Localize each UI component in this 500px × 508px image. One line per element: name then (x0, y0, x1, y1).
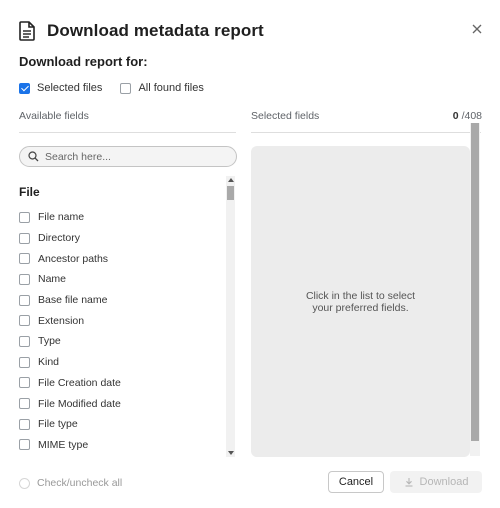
download-button[interactable]: Download (390, 471, 482, 493)
field-item-file-modified-date[interactable]: File Modified date (19, 393, 219, 414)
scope-option-selected-files[interactable]: Selected files (19, 82, 102, 94)
field-item-file-name[interactable]: File name (19, 207, 219, 228)
field-label: Name (38, 273, 67, 286)
dialog-header: Download metadata report (19, 20, 264, 42)
field-checkbox[interactable] (19, 253, 30, 265)
field-label: Type (38, 335, 61, 348)
search-icon (28, 151, 39, 162)
cancel-button-label: Cancel (338, 476, 374, 488)
field-checkbox[interactable] (19, 356, 30, 368)
close-icon[interactable] (470, 22, 484, 36)
field-checkbox[interactable] (19, 398, 30, 410)
field-label: MIME type (38, 438, 89, 451)
field-checkbox[interactable] (19, 418, 30, 430)
field-item-ancestor-paths[interactable]: Ancestor paths (19, 248, 219, 269)
selected-count-value: 0 (452, 110, 459, 122)
field-item-kind[interactable]: Kind (19, 352, 219, 373)
scope-options: Selected files All found files (19, 82, 204, 94)
report-for-heading: Download report for: (19, 54, 148, 69)
total-count-value: /408 (461, 110, 482, 122)
search-input[interactable] (45, 150, 225, 163)
scope-option-all-found-files[interactable]: All found files (120, 82, 204, 94)
available-list-scrollbar[interactable] (226, 176, 235, 457)
selected-fields-panel: Click in the list to select your preferr… (251, 146, 470, 457)
field-item-file-creation-date[interactable]: File Creation date (19, 373, 219, 394)
available-divider (19, 132, 236, 133)
check-uncheck-all[interactable]: Check/uncheck all (19, 477, 122, 489)
download-metadata-dialog: Download metadata report Download report… (0, 0, 500, 508)
field-label: Base file name (38, 294, 108, 307)
available-fields-label: Available fields (19, 110, 89, 122)
selected-empty-message: Click in the list to select your preferr… (305, 289, 416, 314)
dialog-scrollbar[interactable] (470, 123, 480, 456)
field-item-type[interactable]: Type (19, 331, 219, 352)
group-title-file: File (19, 185, 40, 199)
scrollbar-thumb[interactable] (471, 123, 479, 441)
selected-divider (251, 132, 481, 133)
field-item-file-type[interactable]: File type (19, 414, 219, 435)
cancel-button[interactable]: Cancel (328, 471, 384, 493)
field-checkbox[interactable] (19, 273, 30, 285)
field-checkbox[interactable] (19, 232, 30, 244)
download-button-label: Download (419, 476, 469, 488)
scope-option-label: All found files (138, 82, 204, 94)
scrollbar-thumb[interactable] (227, 186, 234, 200)
dialog-title: Download metadata report (47, 21, 264, 40)
selected-fields-count: 0 /408 (453, 110, 482, 122)
field-item-base-file-name[interactable]: Base file name (19, 290, 219, 311)
scroll-up-icon[interactable] (228, 178, 234, 182)
field-item-directory[interactable]: Directory (19, 228, 219, 249)
field-item-name[interactable]: Name (19, 269, 219, 290)
field-checkbox[interactable] (19, 315, 30, 327)
check-all-checkbox[interactable] (19, 477, 30, 489)
all-found-files-checkbox[interactable] (120, 82, 132, 94)
field-checkbox[interactable] (19, 377, 30, 389)
download-icon (405, 478, 413, 487)
field-checkbox[interactable] (19, 335, 30, 347)
field-checkbox[interactable] (19, 439, 30, 451)
selected-fields-label: Selected fields (251, 110, 320, 122)
scope-option-label: Selected files (37, 82, 103, 94)
field-checkbox[interactable] (19, 294, 30, 306)
field-label: File Modified date (38, 397, 121, 410)
field-label: File Creation date (38, 376, 121, 389)
available-fields-list: File File name Directory Ancestor paths … (19, 176, 237, 456)
field-label: File name (38, 211, 85, 224)
check-all-label: Check/uncheck all (37, 477, 123, 489)
field-item-mime-type[interactable]: MIME type (19, 435, 219, 456)
field-label: Ancestor paths (38, 252, 109, 265)
field-label: Directory (38, 232, 81, 245)
selected-files-checkbox[interactable] (19, 82, 30, 94)
field-item-extension[interactable]: Extension (19, 310, 219, 331)
scroll-down-icon[interactable] (228, 451, 234, 455)
field-search[interactable] (19, 146, 237, 167)
field-checkbox[interactable] (19, 211, 30, 223)
field-label: File type (38, 418, 78, 431)
field-label: Extension (38, 314, 85, 327)
field-label: Kind (38, 356, 60, 369)
document-icon (19, 21, 35, 41)
field-list: File name Directory Ancestor paths Name … (19, 207, 219, 455)
